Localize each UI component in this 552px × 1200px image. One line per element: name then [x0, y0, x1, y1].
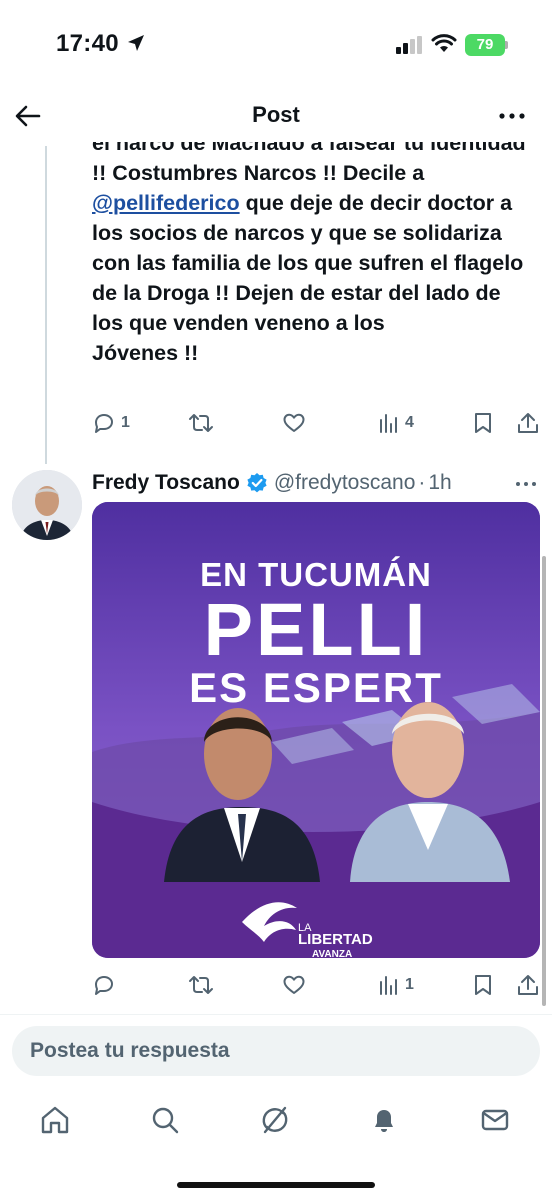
bookmark-button[interactable]	[472, 970, 494, 1000]
views-count: 4	[405, 414, 414, 431]
author-name[interactable]: Fredy Toscano	[92, 471, 240, 495]
post-time[interactable]: 1h	[428, 471, 451, 495]
like-button[interactable]	[282, 970, 306, 1000]
nav-search[interactable]	[147, 1102, 183, 1138]
reply-input[interactable]: Postea tu respuesta	[12, 1026, 540, 1076]
share-icon	[518, 413, 538, 433]
nav-notifications[interactable]	[366, 1102, 402, 1138]
share-icon	[518, 975, 538, 995]
wifi-icon	[431, 34, 457, 52]
divider	[0, 1014, 552, 1015]
like-icon	[283, 975, 305, 994]
separator: ·	[418, 471, 426, 494]
notifications-icon	[375, 1110, 393, 1132]
media-logo-sub: AVANZA	[312, 949, 353, 958]
reply-button[interactable]	[92, 970, 121, 1000]
status-bar: 17:40 79	[0, 0, 552, 90]
share-button[interactable]	[516, 970, 540, 1000]
like-button[interactable]	[282, 408, 306, 438]
tweet1-actions: 1 4	[92, 408, 542, 438]
signal-icon	[396, 36, 422, 54]
tweet2-actions: 1	[92, 970, 542, 1000]
battery-tip	[505, 41, 508, 49]
share-button[interactable]	[516, 408, 540, 438]
nav-home[interactable]	[37, 1102, 73, 1138]
thread-line	[45, 146, 47, 464]
like-icon	[283, 413, 305, 432]
tweet1-text: el narco de Machado a falsear tu identid…	[92, 128, 532, 368]
location-arrow-icon	[128, 35, 144, 51]
status-time: 17:40	[56, 30, 119, 57]
views-button[interactable]: 1	[378, 970, 414, 1000]
tweet1-text-last: Jóvenes !!	[92, 341, 199, 365]
mention-link[interactable]: @pellifederico	[92, 191, 240, 215]
reply-icon	[95, 976, 113, 995]
media-logo-main: LIBERTAD	[298, 931, 373, 948]
bottom-nav	[0, 1090, 552, 1150]
repost-icon	[189, 414, 213, 432]
author-handle[interactable]: @fredytoscano	[274, 471, 416, 495]
views-count: 1	[405, 976, 414, 993]
verified-icon	[247, 473, 267, 493]
views-icon	[380, 976, 397, 995]
views-icon	[380, 414, 397, 433]
repost-button[interactable]	[188, 970, 214, 1000]
battery-indicator: 79	[465, 34, 505, 56]
avatar-portrait	[12, 470, 82, 540]
grok-icon	[262, 1106, 288, 1134]
reply-button[interactable]: 1	[92, 408, 130, 438]
reply-count: 1	[121, 414, 130, 431]
reply-placeholder: Postea tu respuesta	[30, 1039, 230, 1062]
post-media-image[interactable]: EN TUCUMÁN PELLI ES ESPERT LA LIBERTAD A…	[92, 502, 540, 958]
more-options-button[interactable]	[498, 102, 528, 130]
home-icon	[41, 1106, 69, 1134]
nav-messages[interactable]	[477, 1102, 513, 1138]
more-icon	[499, 113, 525, 119]
reply-icon	[95, 414, 113, 433]
scrollbar[interactable]	[542, 556, 546, 1006]
bookmark-icon	[475, 975, 491, 995]
page-title: Post	[252, 102, 300, 127]
repost-icon	[189, 976, 213, 994]
media-line2: PELLI	[203, 588, 429, 671]
search-icon	[152, 1107, 179, 1134]
author-row: Fredy Toscano @fredytoscano · 1h	[92, 468, 542, 498]
media-line3: ES ESPERT	[189, 664, 443, 711]
messages-icon	[481, 1109, 509, 1131]
more-icon[interactable]	[514, 474, 538, 494]
nav-grok[interactable]	[257, 1102, 293, 1138]
home-indicator[interactable]	[177, 1182, 375, 1188]
repost-button[interactable]	[188, 408, 214, 438]
bookmark-button[interactable]	[472, 408, 494, 438]
post-header: Post	[0, 90, 552, 142]
bookmark-icon	[475, 413, 491, 433]
avatar[interactable]	[12, 470, 82, 540]
views-button[interactable]: 4	[378, 408, 414, 438]
